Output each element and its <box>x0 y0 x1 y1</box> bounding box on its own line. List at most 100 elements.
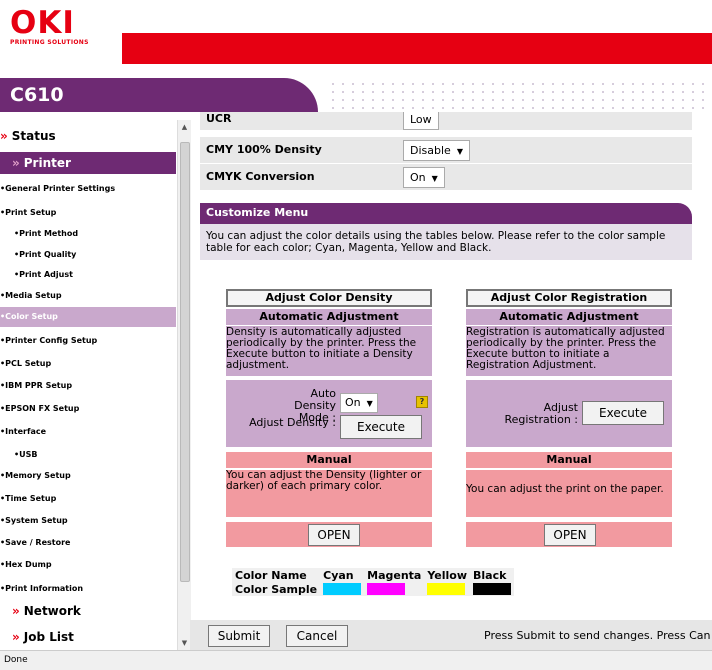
logo-tagline: PRINTING SOLUTIONS <box>10 39 89 46</box>
color-name-black: Black <box>473 568 507 582</box>
customize-menu-header: Customize Menu <box>200 203 692 224</box>
color-name-header: Color Name <box>235 568 307 582</box>
registration-auto-controls: Adjust Registration : Execute <box>466 380 672 447</box>
model-name: C610 <box>10 84 64 106</box>
setting-label: CMY 100% Density <box>206 143 322 156</box>
registration-manual-description: You can adjust the print on the paper. <box>466 470 672 517</box>
select-value: Disable <box>410 144 451 157</box>
sidebar-item-interface[interactable]: •Interface <box>0 427 176 436</box>
sidebar-scrollbar[interactable]: ▲ ▼ <box>177 120 191 650</box>
select-value: On <box>345 396 361 409</box>
chevron-down-icon: ▼ <box>431 174 438 183</box>
chevron-right-icon: » <box>12 156 20 170</box>
chevron-right-icon: » <box>12 630 20 644</box>
section-title: Customize Menu <box>206 206 309 219</box>
magenta-swatch <box>367 583 406 595</box>
setting-label: UCR <box>206 112 232 125</box>
sidebar-item-pcl-setup[interactable]: •PCL Setup <box>0 359 176 368</box>
sidebar-item-color-setup[interactable]: •Color Setup <box>0 307 176 327</box>
setting-label: CMYK Conversion <box>206 170 315 183</box>
sidebar-item-label: Printer <box>23 156 71 170</box>
header-red-band <box>122 33 712 64</box>
sidebar-item-print-information[interactable]: •Print Information <box>0 584 176 593</box>
sidebar-item-printer-config-setup[interactable]: •Printer Config Setup <box>0 336 176 345</box>
cyan-swatch <box>323 583 362 595</box>
sidebar-item-print-quality[interactable]: •Print Quality <box>14 250 176 259</box>
sidebar-item-usb[interactable]: •USB <box>14 450 176 459</box>
sidebar-item-network[interactable]: » Network <box>12 604 176 618</box>
density-manual-description: You can adjust the Density (lighter or d… <box>226 470 432 517</box>
adjust-registration-label: Adjust Registration : <box>504 401 578 426</box>
color-sample-table: Color Name Cyan Magenta Yellow Black Col… <box>232 568 515 596</box>
customize-description: You can adjust the color details using t… <box>200 224 692 260</box>
ucr-select[interactable]: Low <box>403 112 439 130</box>
color-cell <box>320 582 364 596</box>
help-icon[interactable]: ? <box>416 396 428 408</box>
sidebar-item-print-adjust[interactable]: •Print Adjust <box>14 270 176 279</box>
density-open-button[interactable]: OPEN <box>308 524 360 546</box>
density-auto-description: Density is automatically adjusted period… <box>226 326 432 376</box>
registration-panel-title: Adjust Color Registration <box>466 289 672 307</box>
sidebar-item-time-setup[interactable]: •Time Setup <box>0 494 176 503</box>
cancel-button[interactable]: Cancel <box>286 625 348 647</box>
black-swatch <box>473 583 512 595</box>
chevron-down-icon: ▼ <box>456 147 463 156</box>
model-tab: C610 <box>0 78 318 112</box>
color-name-magenta: Magenta <box>367 568 422 582</box>
color-name-yellow: Yellow <box>427 568 468 582</box>
density-auto-controls: Auto Density Mode : On ▼ ? Adjust Density… <box>226 380 432 447</box>
sidebar-item-epson-fx-setup[interactable]: •EPSON FX Setup <box>0 404 176 413</box>
sidebar-item-job-list[interactable]: » Job List <box>12 630 176 644</box>
registration-execute-button[interactable]: Execute <box>582 401 664 425</box>
chevron-down-icon: ▼ <box>366 399 373 408</box>
select-value: Low <box>410 113 432 126</box>
main-content: UCR Low CMY 100% Density Disable ▼ CMYK C… <box>200 112 712 620</box>
sidebar-item-memory-setup[interactable]: •Memory Setup <box>0 471 176 480</box>
density-execute-button[interactable]: Execute <box>340 415 422 439</box>
scroll-down-icon[interactable]: ▼ <box>180 639 189 647</box>
registration-open-button[interactable]: OPEN <box>544 524 596 546</box>
yellow-swatch <box>427 583 466 595</box>
setting-row-cmyk-conversion: CMYK Conversion On ▼ <box>200 164 692 191</box>
adjust-density-label: Adjust Density : <box>249 416 336 429</box>
setting-row-cmy-density: CMY 100% Density Disable ▼ <box>200 137 692 164</box>
cmy-density-select[interactable]: Disable ▼ <box>403 140 470 161</box>
registration-manual-header: Manual <box>466 452 672 468</box>
auto-density-mode-select[interactable]: On ▼ <box>340 393 378 413</box>
sidebar-item-hex-dump[interactable]: •Hex Dump <box>0 560 176 569</box>
density-manual-header: Manual <box>226 452 432 468</box>
sidebar-item-label: Job List <box>23 630 74 644</box>
submit-button[interactable]: Submit <box>208 625 270 647</box>
logo-text: OKI <box>10 5 75 41</box>
scrollbar-thumb[interactable] <box>180 142 190 582</box>
footer-message: Press Submit to send changes. Press Can <box>484 629 711 642</box>
dot-pattern <box>328 80 708 110</box>
sidebar-item-printer[interactable]: » Printer <box>0 152 176 174</box>
footer-bar: Submit Cancel Press Submit to send chang… <box>190 620 712 650</box>
oki-logo: OKI PRINTING SOLUTIONS <box>10 5 89 47</box>
color-cell <box>470 582 514 596</box>
registration-open-row: OPEN <box>466 522 672 547</box>
sidebar-item-print-method[interactable]: •Print Method <box>14 229 176 238</box>
sidebar-item-print-setup[interactable]: •Print Setup <box>0 208 176 217</box>
sidebar-item-save-restore[interactable]: •Save / Restore <box>0 538 176 547</box>
setting-row-ucr: UCR Low <box>200 112 692 131</box>
registration-auto-header: Automatic Adjustment <box>466 309 672 325</box>
color-sample-label: Color Sample <box>235 582 318 596</box>
select-value: On <box>410 171 426 184</box>
sidebar-item-system-setup[interactable]: •System Setup <box>0 516 176 525</box>
color-cell <box>364 582 424 596</box>
status-text: Done <box>4 655 28 665</box>
color-name-cyan: Cyan <box>323 568 354 582</box>
sidebar-item-media-setup[interactable]: •Media Setup <box>0 291 176 300</box>
sidebar-item-ibm-ppr-setup[interactable]: •IBM PPR Setup <box>0 381 176 390</box>
header: OKI PRINTING SOLUTIONS C610 <box>0 0 712 112</box>
sidebar-item-label: Status <box>11 129 56 143</box>
sidebar-item-status[interactable]: » Status <box>0 129 176 145</box>
registration-auto-description: Registration is automatically adjusted p… <box>466 326 672 376</box>
density-panel-title: Adjust Color Density <box>226 289 432 307</box>
scroll-up-icon[interactable]: ▲ <box>180 123 189 131</box>
sidebar-nav: » Status » Printer •General Printer Settin… <box>0 120 176 650</box>
sidebar-item-general-printer-settings[interactable]: •General Printer Settings <box>0 184 176 193</box>
cmyk-conversion-select[interactable]: On ▼ <box>403 167 445 188</box>
